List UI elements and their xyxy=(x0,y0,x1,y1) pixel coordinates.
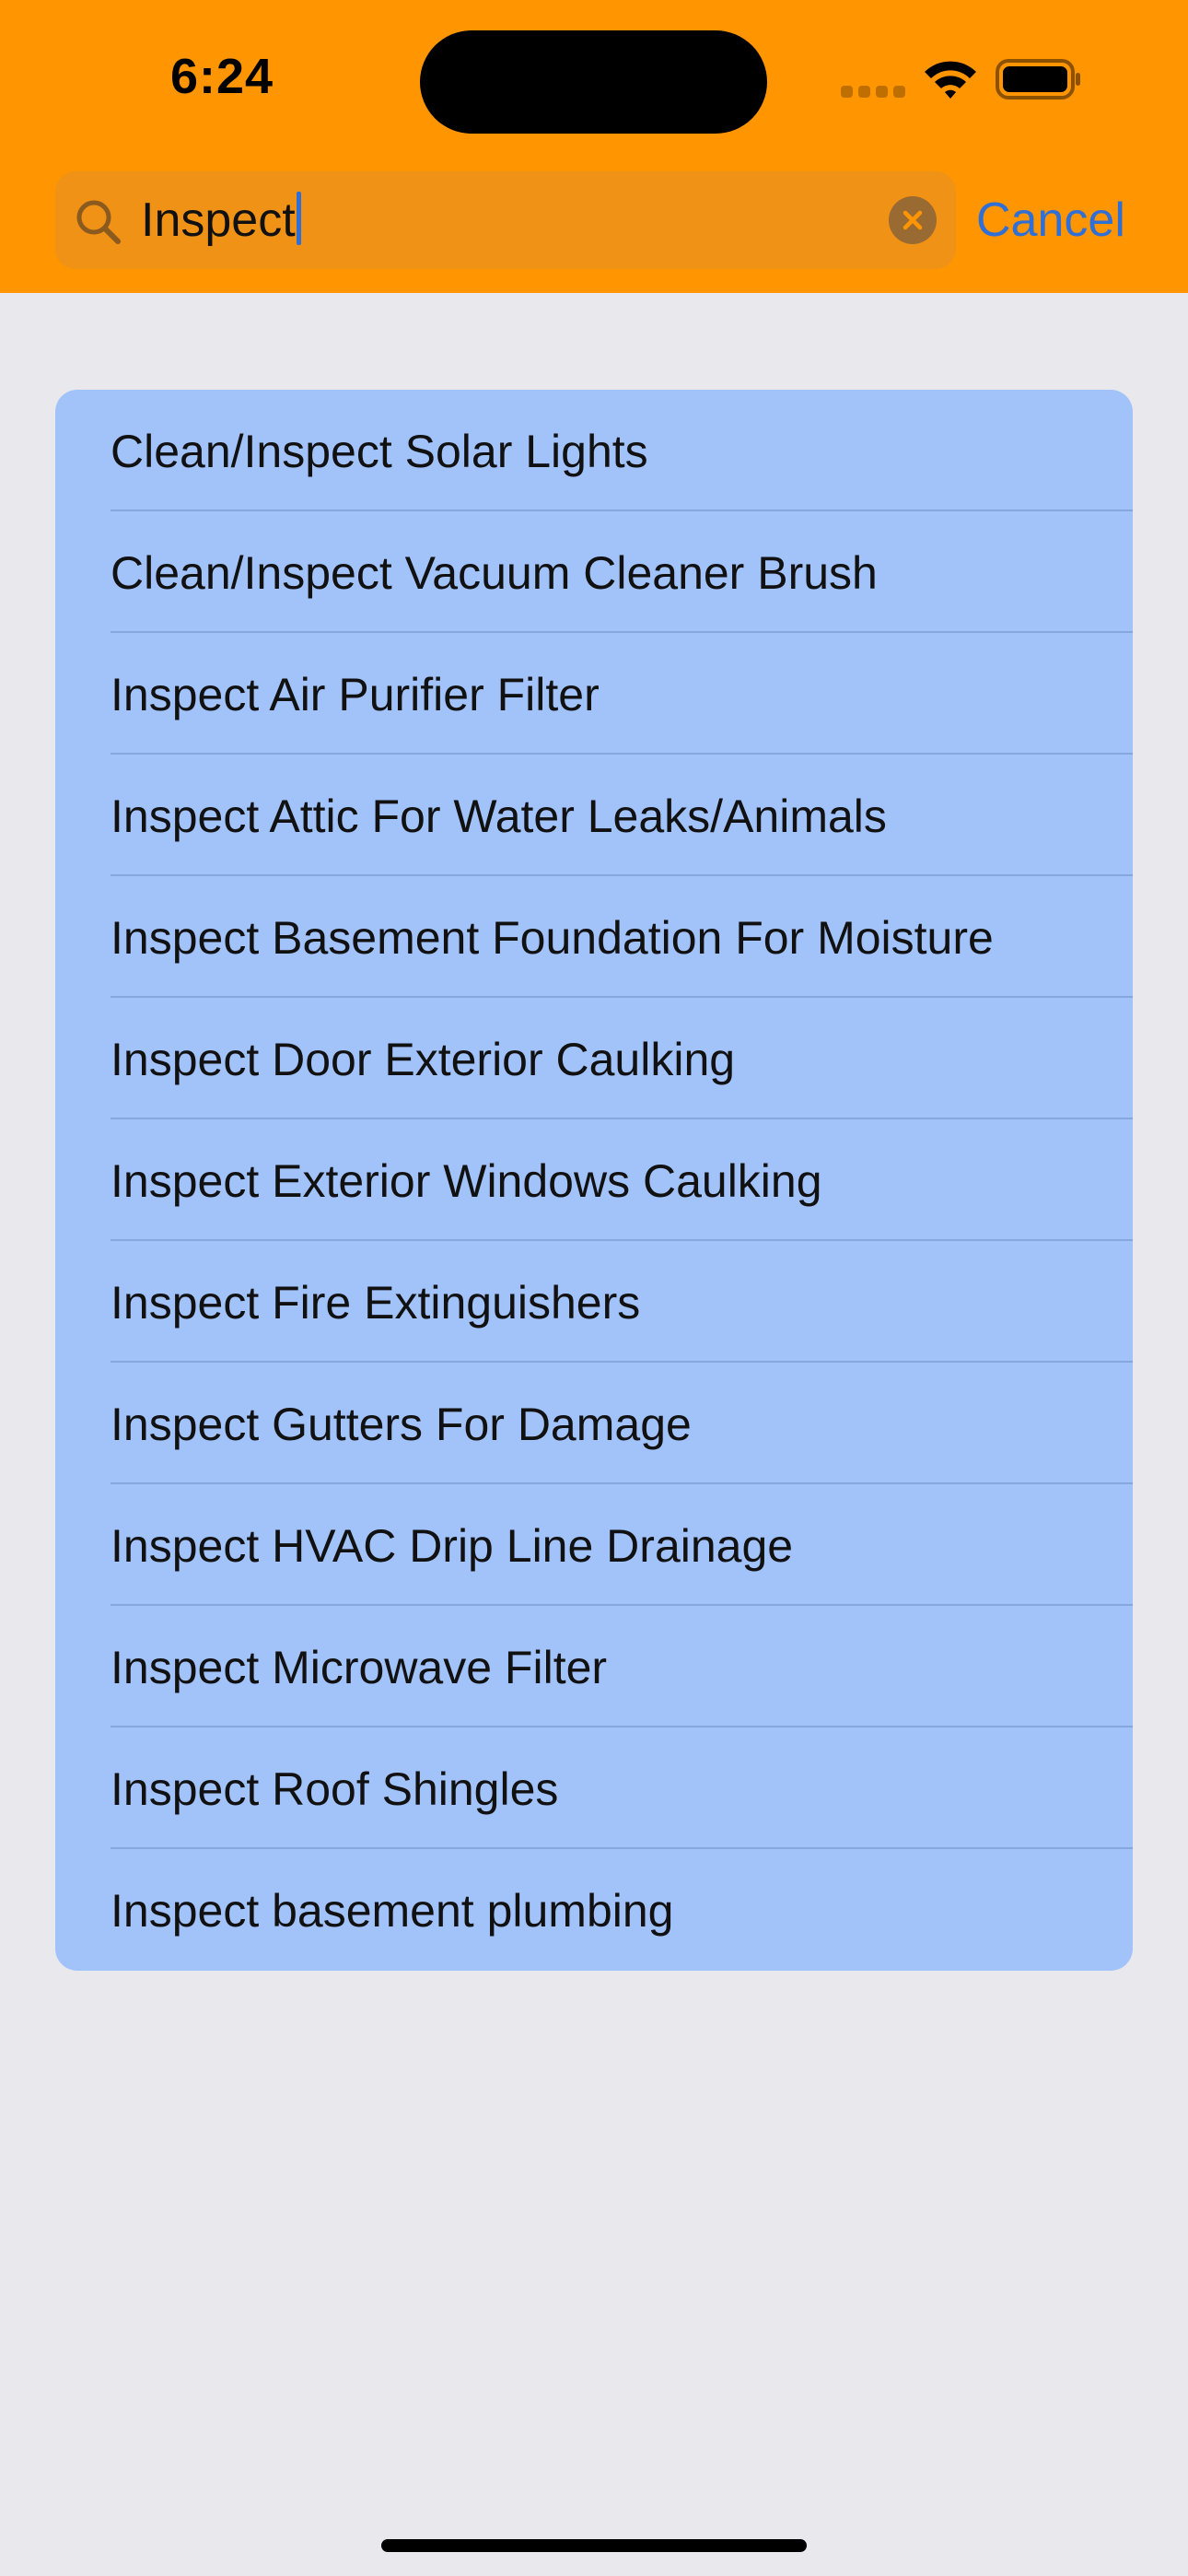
clear-search-button[interactable] xyxy=(889,196,937,244)
result-label: Inspect Roof Shingles xyxy=(111,1763,559,1815)
search-icon xyxy=(76,200,121,244)
result-row[interactable]: Inspect Fire Extinguishers xyxy=(55,1241,1133,1363)
result-row[interactable]: Inspect basement plumbing xyxy=(55,1849,1133,1971)
search-query-text: Inspect xyxy=(141,193,296,247)
search-input[interactable]: Inspect xyxy=(141,192,301,249)
result-row[interactable]: Inspect Roof Shingles xyxy=(55,1727,1133,1849)
result-label: Inspect HVAC Drip Line Drainage xyxy=(111,1520,794,1572)
result-row[interactable]: Inspect Attic For Water Leaks/Animals xyxy=(55,755,1133,876)
home-indicator[interactable] xyxy=(381,2539,807,2552)
result-row[interactable]: Inspect HVAC Drip Line Drainage xyxy=(55,1484,1133,1606)
result-label: Inspect Air Purifier Filter xyxy=(111,669,600,720)
text-cursor xyxy=(296,192,301,245)
battery-icon xyxy=(996,59,1080,100)
result-label: Inspect Door Exterior Caulking xyxy=(111,1034,736,1085)
dynamic-island xyxy=(420,30,767,134)
result-label: Clean/Inspect Solar Lights xyxy=(111,426,648,477)
cellular-signal-icon xyxy=(841,86,905,99)
result-label: Inspect basement plumbing xyxy=(111,1885,674,1937)
cancel-button[interactable]: Cancel xyxy=(976,192,1142,249)
result-label: Inspect Exterior Windows Caulking xyxy=(111,1155,822,1207)
navigation-header: 6:24 Inspect Cancel xyxy=(0,0,1188,293)
result-row[interactable]: Clean/Inspect Solar Lights xyxy=(55,390,1133,511)
result-label: Inspect Attic For Water Leaks/Animals xyxy=(111,790,887,842)
result-label: Inspect Basement Foundation For Moisture xyxy=(111,912,994,964)
result-row[interactable]: Inspect Basement Foundation For Moisture xyxy=(55,876,1133,998)
result-label: Clean/Inspect Vacuum Cleaner Brush xyxy=(111,547,878,599)
result-row[interactable]: Inspect Microwave Filter xyxy=(55,1606,1133,1727)
result-row[interactable]: Clean/Inspect Vacuum Cleaner Brush xyxy=(55,511,1133,633)
result-row[interactable]: Inspect Exterior Windows Caulking xyxy=(55,1119,1133,1241)
x-circle-icon xyxy=(903,210,923,230)
search-results-list: Clean/Inspect Solar Lights Clean/Inspect… xyxy=(55,390,1133,1971)
result-label: Inspect Gutters For Damage xyxy=(111,1399,692,1450)
result-label: Inspect Fire Extinguishers xyxy=(111,1277,641,1329)
status-bar-time: 6:24 xyxy=(169,49,274,104)
result-row[interactable]: Inspect Door Exterior Caulking xyxy=(55,998,1133,1119)
result-label: Inspect Microwave Filter xyxy=(111,1642,608,1693)
result-row[interactable]: Inspect Gutters For Damage xyxy=(55,1363,1133,1484)
result-row[interactable]: Inspect Air Purifier Filter xyxy=(55,633,1133,755)
search-field[interactable]: Inspect xyxy=(55,171,956,269)
wifi-icon xyxy=(925,61,976,99)
